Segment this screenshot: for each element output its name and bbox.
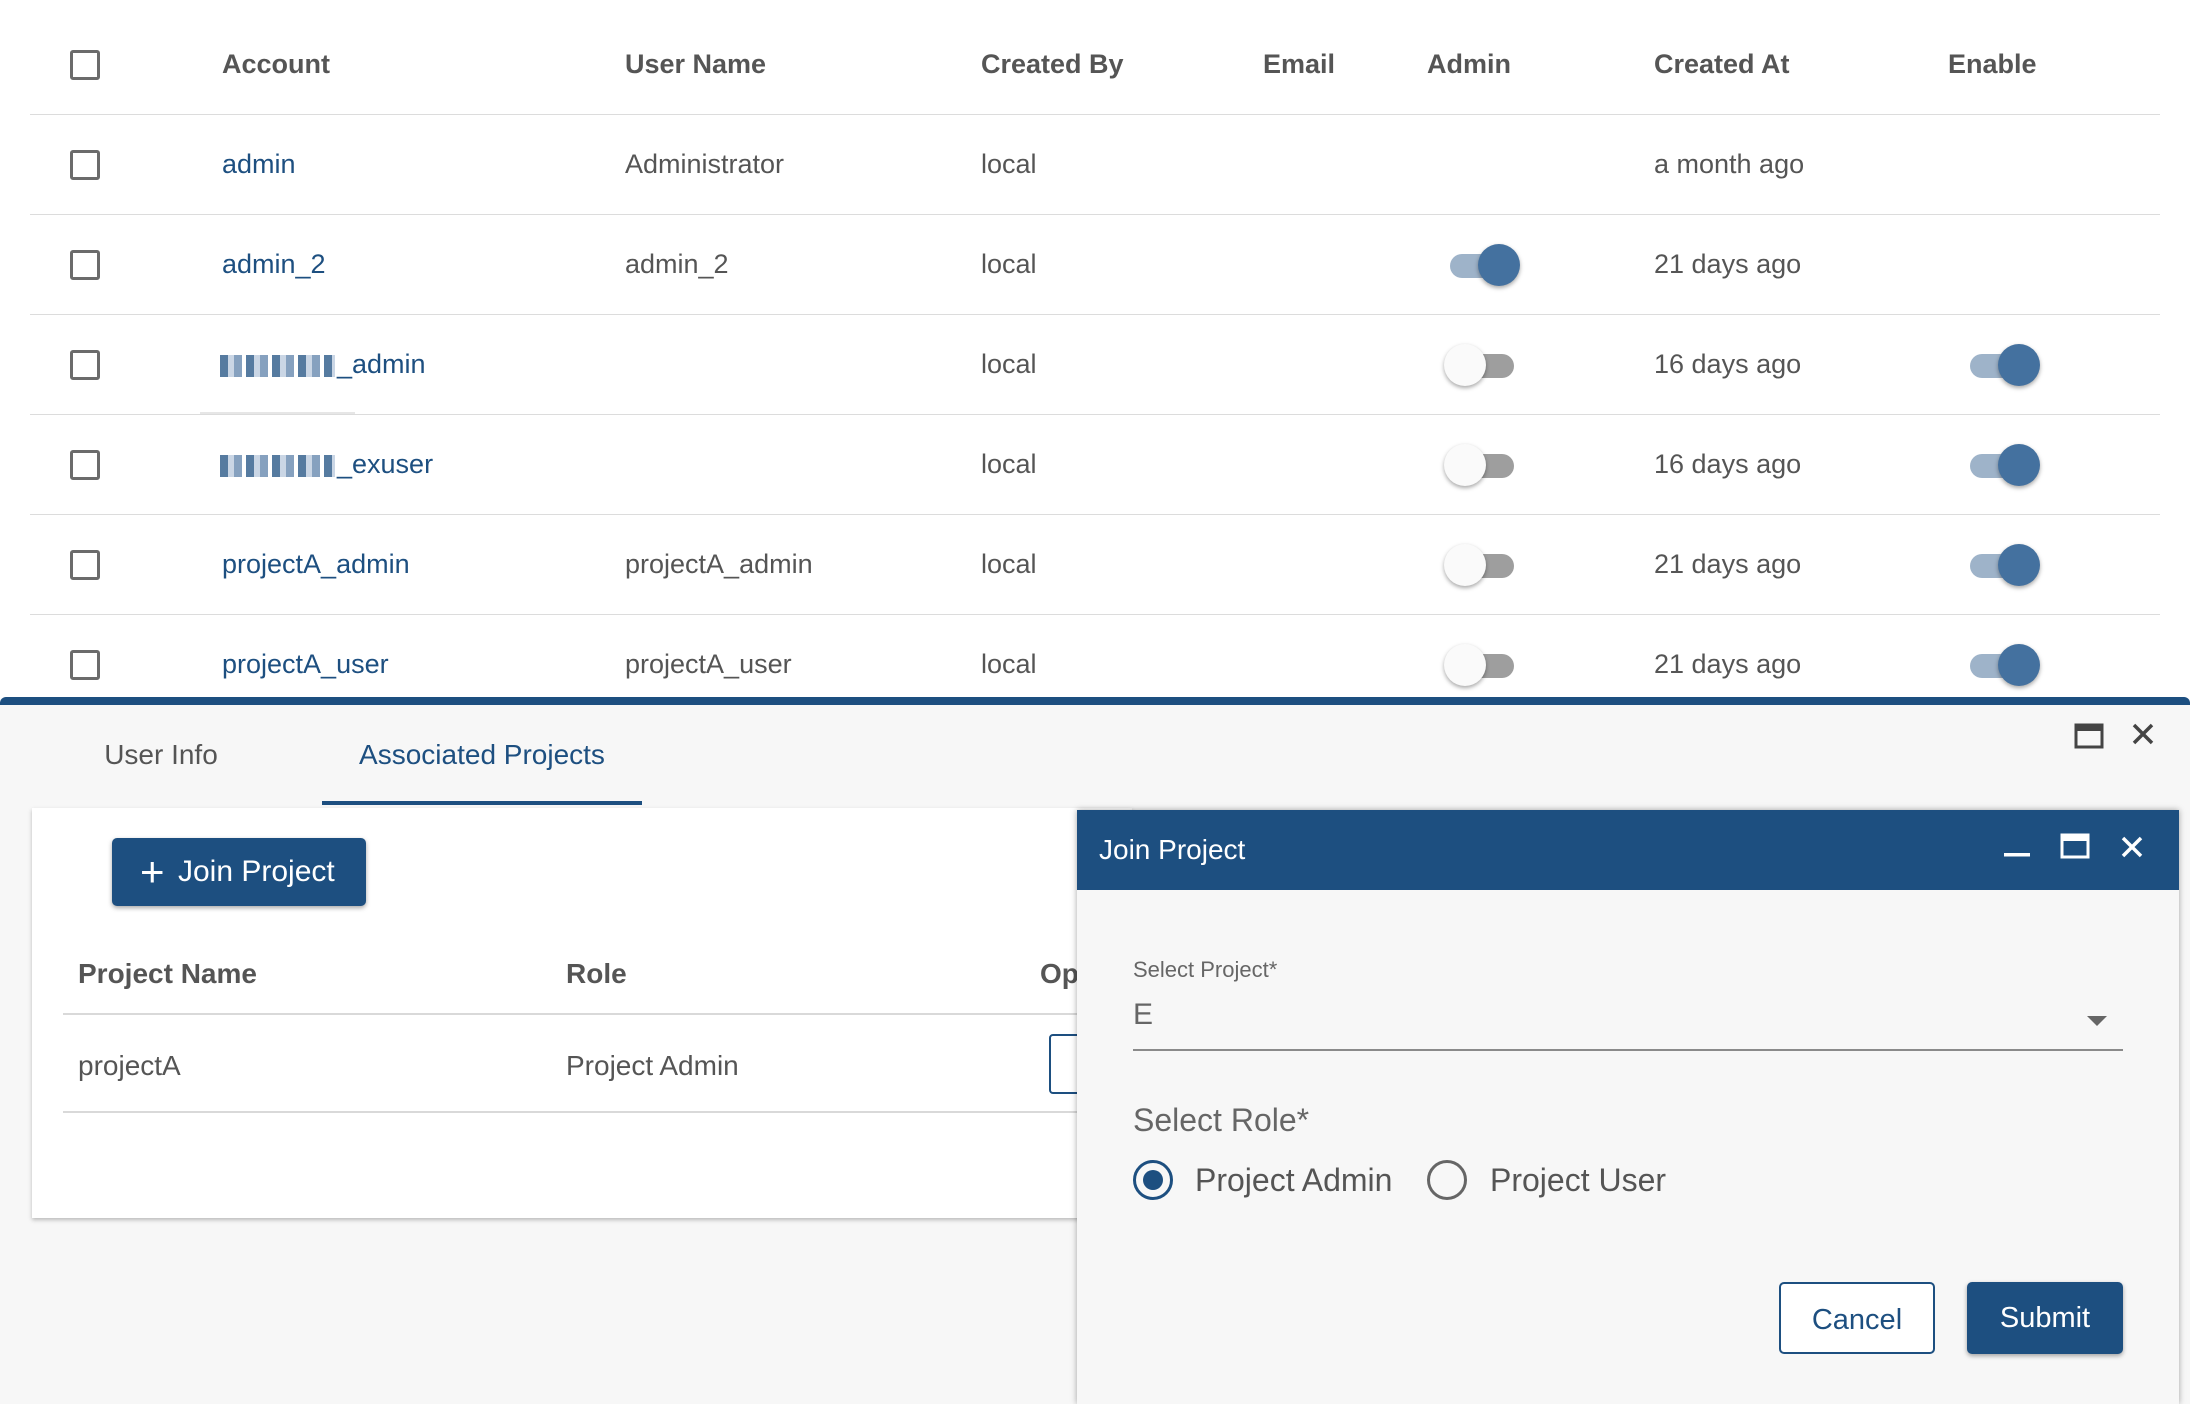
row-checkbox[interactable] (70, 550, 100, 580)
created-at-cell: 21 days ago (1654, 549, 1802, 579)
radio-label-project-user[interactable]: Project User (1490, 1162, 1666, 1199)
row-checkbox[interactable] (70, 450, 100, 480)
redacted-text (220, 454, 335, 477)
join-project-dialog: Join Project Select Project* E Select Ro… (1077, 810, 2179, 1404)
admin-toggle[interactable] (1444, 440, 1520, 490)
created-by-cell: local (981, 249, 1037, 279)
column-header-project-name: Project Name (78, 958, 257, 989)
maximize-icon[interactable] (2072, 723, 2106, 757)
divider (63, 1111, 1103, 1113)
submit-button[interactable]: Submit (1967, 1282, 2123, 1354)
column-header-enable[interactable]: Enable (1948, 15, 2037, 114)
radio-project-admin[interactable] (1133, 1160, 1173, 1200)
account-link[interactable]: _exuser (220, 415, 433, 514)
user-name-cell: projectA_admin (625, 549, 813, 579)
row-checkbox[interactable] (70, 350, 100, 380)
projects-card: + Join Project Project Name Role Op proj… (32, 808, 1133, 1218)
minimize-icon[interactable] (1997, 810, 2037, 890)
table-row[interactable]: admin_2 admin_2 local 21 days ago (30, 215, 2160, 315)
created-by-cell: local (981, 149, 1037, 179)
join-project-button[interactable]: + Join Project (112, 838, 366, 906)
admin-toggle[interactable] (1444, 340, 1520, 390)
table-row[interactable]: projectA_admin projectA_admin local 21 d… (30, 515, 2160, 615)
admin-toggle[interactable] (1444, 240, 1520, 290)
select-underline (1133, 1049, 2123, 1051)
created-at-cell: 21 days ago (1654, 249, 1802, 279)
table-row[interactable]: admin Administrator local a month ago (30, 115, 2160, 215)
close-icon[interactable] (2126, 721, 2160, 755)
column-header-account[interactable]: Account (222, 15, 330, 114)
divider (200, 412, 355, 414)
select-all-checkbox[interactable] (70, 50, 100, 80)
created-at-cell: 16 days ago (1654, 449, 1802, 479)
user-name-cell: admin_2 (625, 249, 729, 279)
redacted-text (220, 354, 335, 377)
created-at-cell: a month ago (1654, 149, 1805, 179)
account-link[interactable]: admin_2 (222, 215, 326, 314)
created-by-cell: local (981, 349, 1037, 379)
enable-toggle[interactable] (1964, 440, 2040, 490)
radio-project-user[interactable] (1427, 1160, 1467, 1200)
account-link[interactable]: projectA_admin (222, 515, 410, 614)
chevron-down-icon[interactable] (2087, 1016, 2107, 1026)
enable-toggle[interactable] (1964, 640, 2040, 690)
enable-toggle[interactable] (1964, 340, 2040, 390)
dialog-title: Join Project (1099, 834, 1246, 865)
divider (63, 1013, 1103, 1015)
admin-toggle[interactable] (1444, 640, 1520, 690)
row-checkbox[interactable] (70, 150, 100, 180)
table-row[interactable]: _exuser local 16 days ago (30, 415, 2160, 515)
column-header-created-at[interactable]: Created At (1654, 15, 1790, 114)
account-link[interactable]: admin (222, 115, 296, 214)
active-tab-indicator (322, 801, 642, 805)
created-by-cell: local (981, 449, 1037, 479)
tab-associated-projects[interactable]: Associated Projects (322, 705, 642, 805)
column-header-user-name[interactable]: User Name (625, 15, 766, 114)
column-header-email[interactable]: Email (1263, 15, 1335, 114)
column-header-role: Role (566, 958, 627, 989)
created-by-cell: local (981, 549, 1037, 579)
account-link[interactable]: _admin (220, 315, 426, 414)
tab-user-info[interactable]: User Info (60, 705, 262, 805)
created-at-cell: 16 days ago (1654, 349, 1802, 379)
dialog-header: Join Project (1077, 810, 2179, 890)
row-checkbox[interactable] (70, 650, 100, 680)
plus-icon: + (140, 848, 165, 895)
column-header-created-by[interactable]: Created By (981, 15, 1124, 114)
cancel-button[interactable]: Cancel (1779, 1282, 1935, 1354)
radio-label-project-admin[interactable]: Project Admin (1195, 1162, 1392, 1199)
column-header-operations: Op (1040, 958, 1079, 989)
maximize-icon[interactable] (2055, 810, 2095, 890)
table-row[interactable]: _admin local 16 days ago (30, 315, 2160, 415)
table-header: Account User Name Created By Email Admin… (30, 15, 2160, 115)
enable-toggle[interactable] (1964, 540, 2040, 590)
role-cell: Project Admin (566, 1050, 739, 1081)
project-name-cell: projectA (78, 1050, 181, 1081)
select-project-label: Select Project* (1133, 957, 1278, 982)
select-project-dropdown[interactable]: E (1133, 998, 2133, 1046)
column-header-admin[interactable]: Admin (1427, 15, 1511, 114)
row-checkbox[interactable] (70, 250, 100, 280)
admin-toggle[interactable] (1444, 540, 1520, 590)
close-icon[interactable] (2112, 810, 2152, 890)
user-name-cell: Administrator (625, 149, 785, 179)
select-role-label: Select Role* (1133, 1102, 1310, 1138)
